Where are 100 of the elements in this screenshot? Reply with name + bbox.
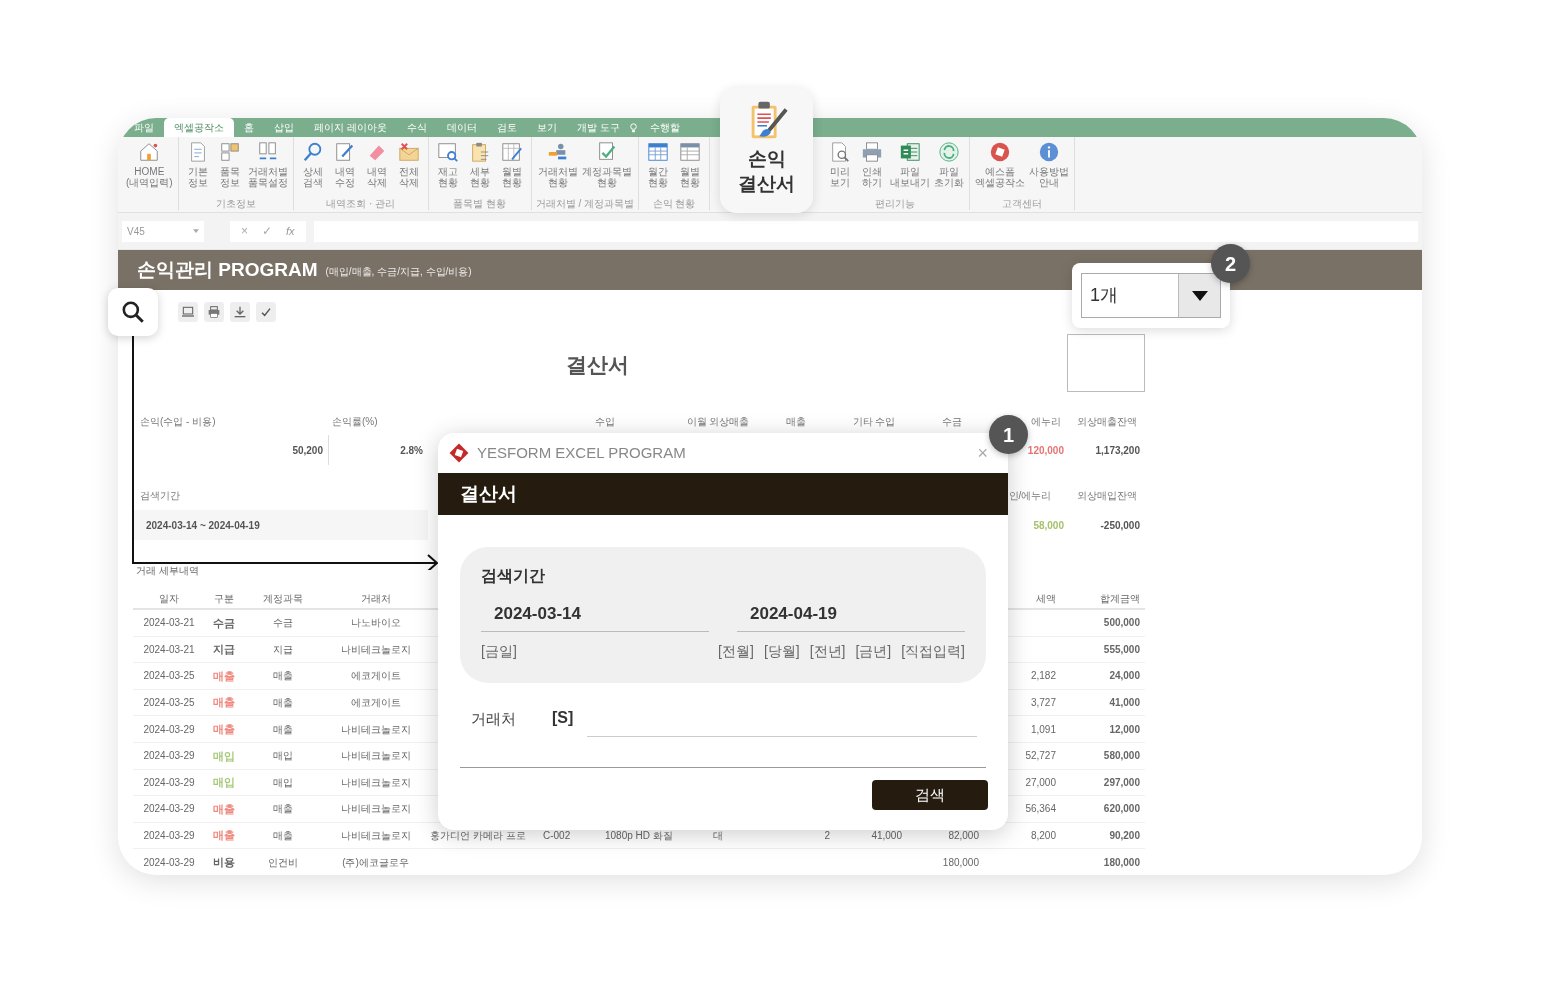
boxes-icon — [218, 141, 241, 163]
app-name: YESFORM EXCEL PROGRAM — [477, 442, 686, 463]
ribbon-button[interactable]: 파일 내보내기 — [889, 141, 931, 188]
ribbon-button[interactable]: 사용방법 안내 — [1028, 141, 1070, 188]
summary-value: 1,173,200 — [1095, 443, 1141, 458]
ribbon-tab[interactable]: 수식 — [396, 118, 437, 137]
table-cell-text: 대 — [712, 829, 724, 844]
ribbon-button[interactable]: 파일 초기화 — [933, 141, 965, 188]
table-cell-text: 41,000 — [1108, 696, 1141, 711]
summary-value: -250,000 — [1100, 518, 1140, 533]
table-cell-text: 2 — [823, 829, 831, 844]
function-label[interactable]: fx — [281, 222, 300, 240]
ribbon-button[interactable]: 품목 정보 — [214, 141, 245, 188]
quick-link[interactable]: [전년] — [809, 640, 846, 662]
feature-button[interactable]: 손익 결산서 — [720, 88, 813, 213]
name-box[interactable]: V45 — [122, 220, 204, 242]
column-header: 합계금액 — [1099, 591, 1141, 606]
table-cell-text: 2024-03-21 — [142, 616, 196, 631]
ribbon-button[interactable]: 미리 보기 — [825, 141, 855, 188]
ribbon-tab[interactable]: 개발 도구 — [566, 118, 630, 137]
table-cell-text: (주)에코글로우 — [341, 855, 410, 870]
summary-label: 이월 외상매출 — [686, 416, 750, 427]
table-cell-text: 매출 — [272, 669, 294, 684]
ribbon-tab[interactable]: 검토 — [486, 118, 527, 137]
quick-link[interactable]: [금년] — [855, 640, 892, 662]
formula-button[interactable]: × — [236, 222, 253, 240]
ribbon-button[interactable]: 월별 현황 — [496, 141, 527, 188]
app-title: 손익관리 PROGRAM — [137, 257, 318, 282]
table-cell-text: 수금 — [272, 616, 294, 631]
count-select[interactable]: 1개 — [1081, 273, 1221, 318]
summary-value: 2.8% — [400, 443, 424, 458]
ribbon-tab[interactable]: 파일 — [124, 118, 164, 137]
ribbon-button[interactable]: 월별 현황 — [675, 141, 705, 188]
toolbar-button[interactable] — [256, 302, 276, 322]
toolbar-button[interactable] — [204, 302, 224, 322]
search-button[interactable]: 검색 — [872, 780, 988, 810]
ribbon-button[interactable]: HOME (내역입력) — [125, 141, 174, 188]
table-cell-text: 2024-03-29 — [142, 749, 196, 764]
ribbon-button[interactable]: 계정과목별 현황 — [580, 141, 633, 188]
summary-label: 외상매입잔액 — [1077, 490, 1137, 501]
table-cell-text: 2024-03-29 — [142, 802, 196, 817]
ribbon-tab[interactable]: 보기 — [526, 118, 567, 137]
ribbon-button[interactable]: 내역 수정 — [329, 141, 360, 188]
ribbon-tab[interactable]: 데이터 — [436, 118, 487, 137]
quick-link[interactable]: [전월] — [718, 640, 754, 662]
quick-link[interactable]: [금일] — [481, 640, 517, 662]
ribbon-tab[interactable]: 페이지 레이아웃 — [304, 118, 397, 137]
dialog-title: 결산서 — [460, 481, 517, 506]
column-header: 세액 — [1035, 591, 1057, 606]
ribbon-button[interactable]: 내역 삭제 — [361, 141, 392, 188]
ribbon-button[interactable]: 거래처별 품목설정 — [246, 141, 289, 188]
spreadsheet-icon — [899, 141, 921, 163]
group-label: 고객센터 — [1002, 198, 1042, 210]
summary-label: 손익률(%) — [332, 416, 378, 427]
formula-button[interactable]: ✓ — [257, 222, 277, 240]
summary-value: 58,000 — [1033, 518, 1064, 533]
house-icon — [138, 141, 161, 163]
group-label: 거래처별 / 계정과목별 — [535, 198, 634, 210]
quick-link[interactable]: [당월] — [763, 640, 800, 662]
toolbar-button[interactable] — [230, 302, 250, 322]
date-field[interactable]: 2024-03-14 — [481, 597, 709, 632]
quick-link[interactable]: [직접입력] — [901, 640, 965, 662]
table-cell-text: 매출 — [213, 801, 235, 817]
table-cell-text: 24,000 — [1108, 669, 1141, 684]
table-cell-text: 매출 — [213, 828, 235, 844]
ribbon-tab[interactable]: 홈 — [234, 118, 264, 137]
table-cell-text: 나비테크놀로지 — [339, 829, 412, 844]
table-cell-text: 41,000 — [870, 829, 903, 844]
close-button[interactable]: × — [977, 444, 988, 462]
ribbon-button[interactable]: 재고 현황 — [432, 141, 463, 188]
date-field[interactable]: 2024-04-19 — [737, 597, 965, 632]
table-cell-text: 에코게이트 — [349, 669, 402, 684]
printer-icon — [206, 304, 222, 320]
ribbon-tab[interactable]: 엑셀공작소 — [164, 118, 234, 137]
ribbon-tab[interactable]: 수행할 — [639, 118, 690, 137]
table-cell-text: 나비테크놀로지 — [339, 749, 412, 764]
ribbon-button[interactable]: 인쇄 하기 — [857, 141, 887, 188]
formula-field[interactable] — [313, 220, 1418, 242]
table-cell-text: 1,091 — [1029, 722, 1057, 737]
table-cell-text: 매출 — [213, 721, 235, 737]
app-subtitle: (매입/매출, 수금/지급, 수입/비용) — [325, 265, 472, 279]
table-icon — [647, 141, 669, 163]
table-cell-text: 매출 — [213, 695, 235, 711]
ribbon-tab[interactable]: 삽입 — [264, 118, 304, 137]
toolbar-button[interactable] — [178, 302, 198, 322]
ribbon-button[interactable]: 기본 정보 — [182, 141, 213, 188]
search-button[interactable] — [108, 288, 158, 336]
table-cell-text: 수금 — [213, 615, 235, 631]
ribbon-button[interactable]: 월간 현황 — [643, 141, 673, 188]
table-cell-text: 나비테크놀로지 — [339, 802, 412, 817]
ribbon-button[interactable]: 거래처별 현황 — [536, 141, 579, 188]
ribbon-button[interactable]: 전체 삭제 — [393, 141, 424, 188]
ribbon-button[interactable]: 예스폼 엑셀공작소 — [974, 141, 1026, 188]
table-cell-text: 매입 — [272, 775, 294, 790]
table-cell-text: 매출 — [272, 829, 294, 844]
ribbon-button[interactable]: 상세 검색 — [297, 141, 328, 188]
table-cell-text: 3,727 — [1029, 696, 1057, 711]
report-title: 결산서 — [566, 353, 629, 376]
ribbon-button[interactable]: 세부 현황 — [464, 141, 495, 188]
table-cell-text: 2024-03-25 — [142, 669, 196, 684]
